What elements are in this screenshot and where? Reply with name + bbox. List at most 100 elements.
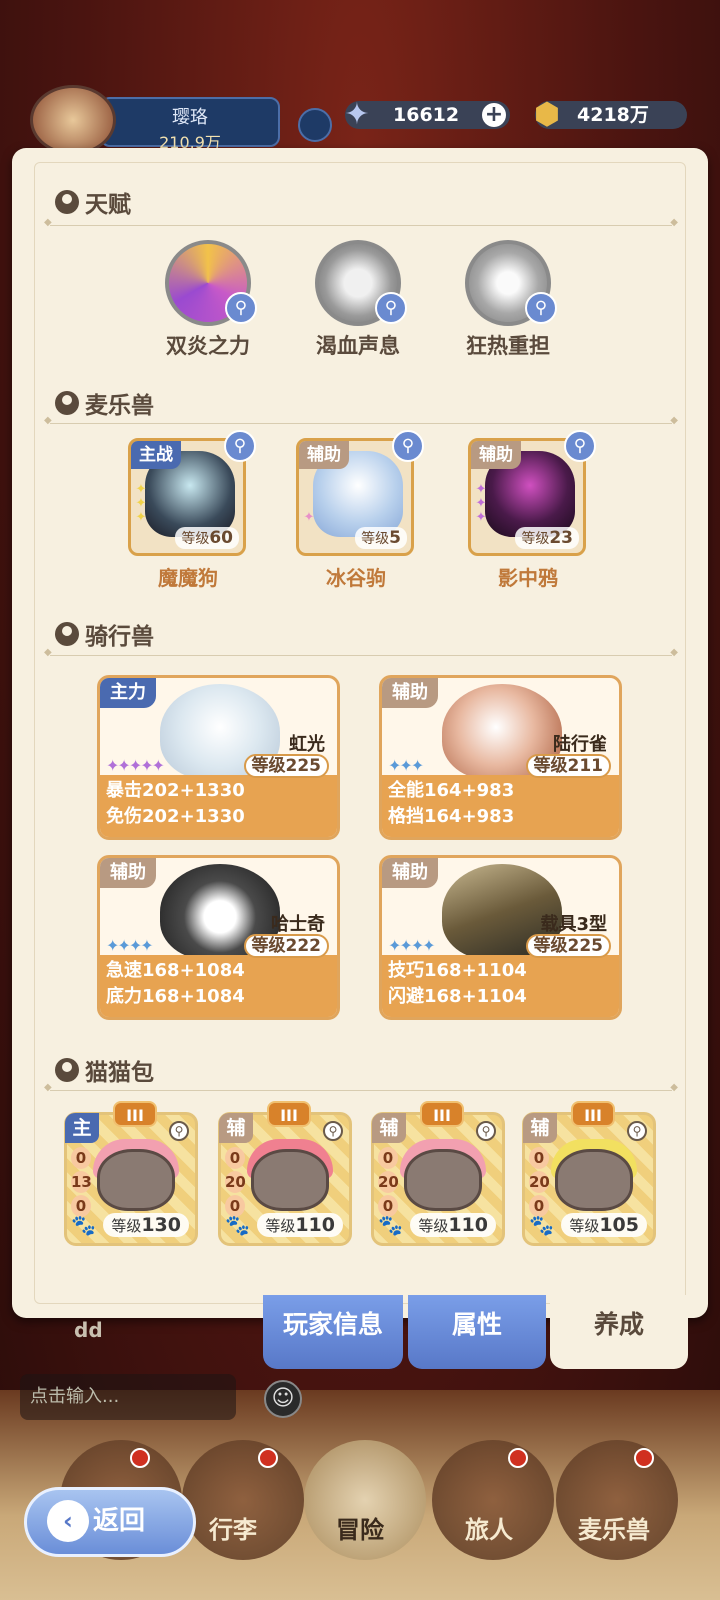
gem-count: 0 [225,1147,245,1169]
mount-name: 虹光 [289,734,325,755]
search-icon[interactable]: ⚲ [564,430,596,462]
nav-traveler-label: 旅人 [465,1516,513,1544]
tab-player-info[interactable]: 玩家信息 [263,1295,403,1369]
nav-adventure-label: 冒险 [336,1516,384,1544]
mount-stats: 暴击202+1330 免伤202+1330 [100,775,337,837]
level-value: 5 [389,528,401,548]
mount-stat: 格挡164+983 [388,806,515,827]
divider [44,217,678,228]
cat-face [97,1149,175,1211]
cat-face [404,1149,482,1211]
mount-level: 等级211 [525,754,611,778]
section-talent-title: 天赋 [55,185,131,219]
player-profile[interactable]: 璎珞 210.9万 [10,85,280,155]
player-badge: 璎珞 210.9万 [100,97,280,152]
paw-icon: 🐾 [378,1213,403,1237]
talent-label: 双炎之力 [166,334,250,358]
lock-icon[interactable]: ⚲ [323,1121,343,1141]
pet-role-badge: 辅助 [299,441,349,469]
pet-card-2[interactable]: 辅助 ✦ 等级5 ⚲ 冰谷驹 [296,430,424,591]
level-value: 60 [209,528,233,548]
pet-level: 等级60 [175,527,239,549]
cat-pack-1[interactable]: 主 III ⚲ 0 13 0 🐾 等级130 [64,1101,198,1246]
mount-level: 等级222 [243,934,329,958]
pet-level: 等级5 [355,527,407,549]
notification-dot [508,1448,528,1468]
gold-coin-icon: ⬢ [533,97,561,132]
mount-stat: 闪避168+1104 [388,986,527,1007]
fanatic-burden-icon: ⚲ [465,240,557,326]
gem-count: 20 [529,1171,550,1193]
mount-card-1[interactable]: 主力 虹光 ✦✦✦✦✦ 等级225 暴击202+1330 免伤202+1330 [97,675,340,840]
lock-icon[interactable]: ⚲ [627,1121,647,1141]
cat-face [251,1149,329,1211]
search-icon[interactable]: ⚲ [525,292,557,324]
mount-stats: 急速168+1084 底力168+1084 [100,955,337,1017]
section-catpacks-title: 猫猫包 [55,1053,154,1087]
talent-label: 渴血声息 [316,334,400,358]
paw-icon: 🐾 [71,1213,96,1237]
section-icon [55,190,79,214]
pet-card-3[interactable]: 辅助 ✦ ✦ ✦ 等级23 ⚲ 影中鸦 [468,430,596,591]
mount-card-3[interactable]: 辅助 哈士奇 ✦✦✦✦ 等级222 急速168+1084 底力168+1084 [97,855,340,1020]
cat-pack-3[interactable]: 辅 III ⚲ 0 20 0 🐾 等级110 [371,1101,505,1246]
pet-role-badge: 主战 [131,441,181,469]
section-pets-title: 麦乐兽 [55,386,154,420]
cat-pack-4[interactable]: 辅 III ⚲ 0 20 0 🐾 等级105 [522,1101,656,1246]
rank-stars: ✦ [303,510,315,525]
back-arrow-icon: ‹ [47,1500,89,1542]
guild-emblem-icon[interactable] [298,108,332,142]
nav-pets-label: 麦乐兽 [578,1516,650,1544]
search-icon[interactable]: ⚲ [224,430,256,462]
mount-card-2[interactable]: 辅助 陆行雀 ✦✦✦ 等级211 全能164+983 格挡164+983 [379,675,622,840]
pet-card-1[interactable]: 主战 ✦ ✦ ✦ 等级60 ⚲ 魔魔狗 [128,430,256,591]
gem-count: 13 [71,1171,92,1193]
pet-level: 等级23 [515,527,579,549]
rank-stars: ✦✦✦ [475,482,487,525]
notification-dot [130,1448,150,1468]
cat-face [555,1149,633,1211]
search-icon[interactable]: ⚲ [225,292,257,324]
talent-3[interactable]: ⚲ 狂热重担 [463,240,557,360]
pet-name: 魔魔狗 [158,566,218,590]
gem-count: 0 [71,1147,91,1169]
search-icon[interactable]: ⚲ [375,292,407,324]
mount-role-badge: 辅助 [382,858,438,888]
level-value: 23 [549,528,573,548]
mount-stat: 急速168+1084 [106,960,245,981]
lock-icon[interactable]: ⚲ [169,1121,189,1141]
chat-input[interactable]: 点击输入... [20,1374,236,1420]
search-icon[interactable]: ⚲ [392,430,424,462]
chat-username: dd [74,1318,103,1342]
section-label: 麦乐兽 [85,393,154,419]
cat-level: 等级130 [103,1213,189,1237]
cat-role-badge: 主 [65,1113,99,1143]
tab-develop[interactable]: 养成 [550,1295,688,1369]
emoji-icon[interactable]: ☺ [264,1380,302,1418]
back-button[interactable]: ‹ 返回 [24,1487,196,1557]
mount-role-badge: 主力 [100,678,156,708]
tab-attributes[interactable]: 属性 [408,1295,546,1369]
mount-card-4[interactable]: 辅助 载具3型 ✦✦✦✦ 等级225 技巧168+1104 闪避168+1104 [379,855,622,1020]
bloodthirst-icon: ⚲ [315,240,407,326]
cat-rank: III [267,1101,311,1127]
level-prefix: 等级 [361,531,390,547]
talent-2[interactable]: ⚲ 渴血声息 [313,240,407,360]
mount-stat: 底力168+1084 [106,986,245,1007]
rank-stars: ✦✦✦✦ [388,936,436,955]
cat-gem-counts: 0 20 0 [378,1147,400,1219]
cat-rank: III [420,1101,464,1127]
cat-rank: III [113,1101,157,1127]
avatar[interactable] [30,85,116,155]
mount-role-badge: 辅助 [100,858,156,888]
back-label: 返回 [93,1506,146,1536]
cat-pack-2[interactable]: 辅 III ⚲ 0 20 0 🐾 等级110 [218,1101,352,1246]
cat-role-badge: 辅 [219,1113,253,1143]
lock-icon[interactable]: ⚲ [476,1121,496,1141]
mount-name: 哈士奇 [271,914,325,935]
add-crystal-button[interactable]: + [482,103,506,127]
cat-level: 等级110 [257,1213,343,1237]
gold-amount: 4218万 [577,104,649,126]
talent-1[interactable]: ⚲ 双炎之力 [163,240,257,360]
level-prefix: 等级 [521,531,550,547]
